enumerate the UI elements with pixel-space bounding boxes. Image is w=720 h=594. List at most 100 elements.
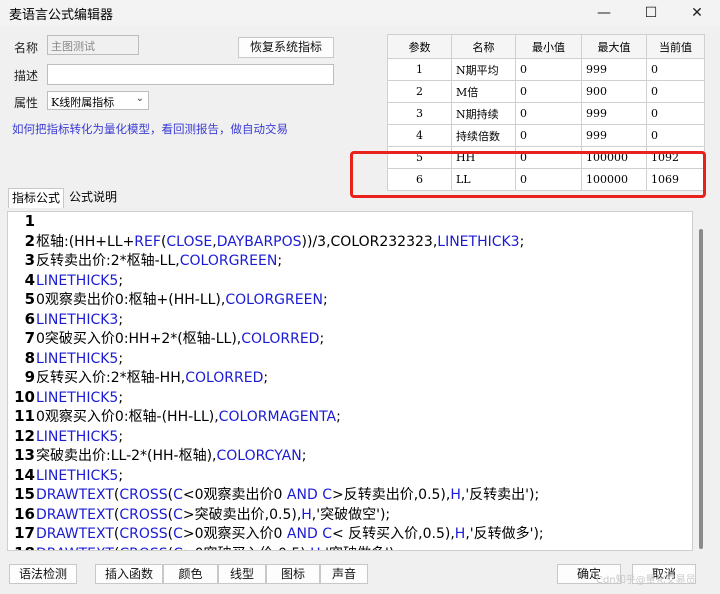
- param-row[interactable]: 2 M倍 0 900 0: [387, 80, 705, 103]
- attribute-select[interactable]: K线附属指标 ⌄: [47, 91, 149, 110]
- code-token: ;: [322, 292, 328, 308]
- maximize-button[interactable]: ☐: [628, 0, 674, 26]
- param-cell[interactable]: 0: [515, 80, 582, 103]
- line-number: 1: [24, 212, 35, 230]
- code-token: ;: [319, 331, 325, 347]
- highlight-box: [350, 151, 706, 198]
- title-bar: 麦语言公式编辑器 — ☐ ✕: [0, 0, 720, 26]
- code-text: 突破卖出价:LL-2*(HH-枢轴),COLORCYAN;: [36, 447, 306, 466]
- code-line[interactable]: 8LINETHICK5;: [8, 349, 123, 368]
- param-row[interactable]: 1 N期平均 0 999 0: [387, 58, 705, 81]
- param-cell[interactable]: 999: [581, 124, 647, 147]
- param-cell[interactable]: 0: [515, 102, 582, 125]
- line-number: 14: [14, 465, 35, 484]
- code-line[interactable]: 15DRAWTEXT(CROSS(C<0观察卖出价0 AND C>反转卖出价,0…: [8, 485, 539, 504]
- minimize-button[interactable]: —: [581, 0, 627, 26]
- description-field[interactable]: [47, 64, 334, 85]
- code-line[interactable]: 1: [8, 212, 36, 231]
- param-row[interactable]: 4 持续倍数 0 999 0: [387, 124, 705, 147]
- code-token: 0观察买入价0:枢轴-(HH-LL),: [36, 409, 219, 425]
- code-text: 反转买入价:2*枢轴-HH,COLORRED;: [36, 369, 268, 388]
- code-line[interactable]: 13突破卖出价:LL-2*(HH-枢轴),COLORCYAN;: [8, 446, 306, 465]
- chevron-down-icon: ⌄: [135, 93, 144, 104]
- code-line[interactable]: 9反转买入价:2*枢轴-HH,COLORRED;: [8, 368, 269, 388]
- color-button[interactable]: 颜色: [163, 564, 218, 584]
- tab-formula[interactable]: 指标公式: [8, 188, 65, 208]
- line-number: 6: [24, 309, 35, 328]
- code-line[interactable]: 70突破买入价0:HH+2*(枢轴-LL),COLORRED;: [8, 329, 325, 348]
- param-cell[interactable]: 0: [646, 124, 705, 147]
- code-token: >突破卖出价,0.5),: [182, 506, 302, 523]
- param-table-header: 参数 名称 最小值 最大值 当前值: [387, 34, 705, 59]
- code-keyword: CROSS: [119, 487, 168, 503]
- code-keyword: DRAWTEXT: [36, 506, 114, 523]
- param-cell[interactable]: N期持续: [451, 102, 516, 125]
- code-token: ,'反转卖出');: [460, 487, 540, 503]
- line-number: 11: [14, 407, 35, 425]
- line-number: 16: [14, 504, 35, 523]
- code-line[interactable]: 18DRAWTEXT(CROSS(C>0突破买入价,0.5),H,'突破做多')…: [8, 544, 399, 551]
- param-cell[interactable]: 3: [387, 102, 452, 125]
- restore-default-button[interactable]: 恢复系统指标: [238, 37, 334, 58]
- line-type-button[interactable]: 线型: [218, 564, 266, 584]
- code-line[interactable]: 17DRAWTEXT(CROSS(C>0观察买入价0 AND C< 反转买入价,…: [8, 524, 544, 543]
- code-editor[interactable]: 1 2枢轴:(HH+LL+REF(CLOSE,DAYBARPOS))/3,COLO…: [7, 211, 693, 551]
- insert-function-button[interactable]: 插入函数: [95, 564, 163, 584]
- name-field[interactable]: 主图测试: [47, 35, 139, 55]
- param-cell[interactable]: 0: [646, 58, 705, 81]
- quant-help-link[interactable]: 如何把指标转化为量化模型，看回测报告，做自动交易: [12, 121, 288, 137]
- param-cell[interactable]: 2: [387, 80, 452, 103]
- icon-button[interactable]: 图标: [266, 564, 320, 584]
- code-token: 枢轴:(HH+LL+: [36, 233, 135, 250]
- param-cell[interactable]: 0: [515, 124, 582, 147]
- param-cell[interactable]: 999: [581, 102, 647, 125]
- code-text: DRAWTEXT(CROSS(C>0突破买入价,0.5),H,'突破做多');: [36, 545, 399, 551]
- param-cell[interactable]: 0: [646, 80, 705, 103]
- close-button[interactable]: ✕: [674, 0, 720, 26]
- code-token: ,'反转做多');: [465, 526, 544, 542]
- param-row[interactable]: 3 N期持续 0 999 0: [387, 102, 705, 125]
- param-cell[interactable]: 4: [387, 124, 452, 147]
- code-keyword: DAYBARPOS: [216, 233, 302, 250]
- code-line[interactable]: 12LINETHICK5;: [8, 427, 123, 446]
- code-line[interactable]: 50观察卖出价0:枢轴+(HH-LL),COLORGREEN;: [8, 290, 328, 309]
- param-cell[interactable]: 0: [515, 58, 582, 81]
- code-line[interactable]: 10LINETHICK5;: [8, 388, 123, 407]
- code-token: ;: [118, 350, 124, 367]
- code-line[interactable]: 2枢轴:(HH+LL+REF(CLOSE,DAYBARPOS))/3,COLOR…: [8, 232, 525, 251]
- param-cell[interactable]: 持续倍数: [451, 124, 516, 147]
- code-token: < 反转买入价,0.5),: [331, 526, 455, 542]
- code-token: ))/3,COLOR232323,: [301, 233, 438, 250]
- code-keyword: H: [310, 546, 321, 551]
- code-token: ;: [336, 409, 341, 425]
- scrollbar-thumb[interactable]: [699, 229, 703, 549]
- attribute-select-value: K线附属指标: [51, 96, 115, 109]
- code-token: ;: [118, 389, 124, 406]
- sound-button[interactable]: 声音: [320, 564, 368, 584]
- param-cell[interactable]: N期平均: [451, 58, 516, 81]
- code-line[interactable]: 14LINETHICK5;: [8, 466, 123, 485]
- param-cell[interactable]: 999: [581, 58, 647, 81]
- code-line[interactable]: 3反转卖出价:2*枢轴-LL,COLORGREEN;: [8, 251, 282, 270]
- code-keyword: AND: [286, 487, 318, 503]
- code-token: ;: [118, 272, 124, 289]
- code-keyword: LINETHICK5: [36, 272, 119, 289]
- tab-description[interactable]: 公式说明: [66, 188, 120, 207]
- code-token: 突破卖出价:LL-2*(HH-枢轴),: [36, 448, 217, 464]
- code-text: LINETHICK5;: [36, 428, 123, 447]
- editor-scrollbar[interactable]: [696, 211, 710, 551]
- code-line[interactable]: 4LINETHICK5;: [8, 271, 123, 290]
- line-number: 15: [14, 485, 35, 503]
- param-cell[interactable]: 0: [646, 102, 705, 125]
- param-cell[interactable]: 900: [581, 80, 647, 103]
- code-keyword: COLORGREEN: [225, 292, 323, 308]
- code-line[interactable]: 6LINETHICK3;: [8, 310, 123, 329]
- code-text: 反转卖出价:2*枢轴-LL,COLORGREEN;: [36, 252, 282, 271]
- code-line[interactable]: 110观察买入价0:枢轴-(HH-LL),COLORMAGENTA;: [8, 407, 341, 426]
- syntax-check-button[interactable]: 语法检测: [9, 564, 77, 584]
- param-cell[interactable]: 1: [387, 58, 452, 81]
- param-cell[interactable]: M倍: [451, 80, 516, 103]
- code-line[interactable]: 16DRAWTEXT(CROSS(C>突破卖出价,0.5),H,'突破做空');: [8, 505, 390, 524]
- code-text: DRAWTEXT(CROSS(C>0观察买入价0 AND C< 反转买入价,0.…: [36, 525, 544, 544]
- code-keyword: COLORGREEN: [179, 253, 278, 269]
